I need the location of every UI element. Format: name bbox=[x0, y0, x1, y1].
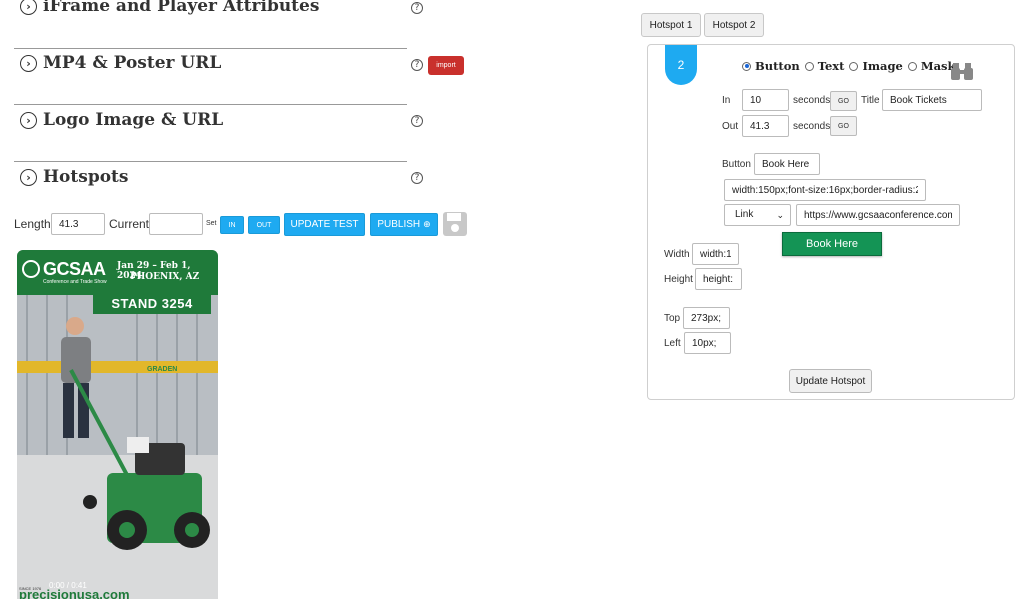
link-url-input[interactable] bbox=[796, 204, 960, 226]
button-preview[interactable]: Book Here bbox=[782, 232, 882, 256]
import-button[interactable]: import bbox=[428, 56, 464, 75]
chevron-right-icon: › bbox=[20, 168, 37, 186]
radio-label: Image bbox=[862, 59, 903, 73]
section-title: Logo Image & URL bbox=[43, 110, 224, 130]
title-input[interactable] bbox=[882, 89, 982, 111]
divider bbox=[14, 104, 407, 105]
section-iframe-attributes[interactable]: › iFrame and Player Attributes bbox=[20, 0, 319, 16]
seconds-label: seconds bbox=[793, 121, 831, 132]
height-input[interactable] bbox=[695, 268, 742, 290]
chevron-right-icon: › bbox=[20, 54, 37, 72]
in-label: In bbox=[722, 95, 731, 106]
top-label: Top bbox=[664, 313, 681, 324]
seconds-label: seconds bbox=[793, 95, 831, 106]
out-button[interactable]: OUT bbox=[248, 216, 280, 234]
section-title: MP4 & Poster URL bbox=[43, 53, 222, 73]
radio-label: Text bbox=[817, 59, 845, 73]
in-button[interactable]: IN bbox=[220, 216, 244, 234]
in-seconds-input[interactable] bbox=[742, 89, 789, 111]
tab-hotspot-1[interactable]: Hotspot 1 bbox=[641, 13, 701, 37]
tab-hotspot-2[interactable]: Hotspot 2 bbox=[704, 13, 764, 37]
globe-icon: ⊕ bbox=[423, 219, 431, 230]
save-icon[interactable] bbox=[442, 211, 468, 237]
help-icon[interactable]: ? bbox=[411, 115, 423, 127]
update-hotspot-button[interactable]: Update Hotspot bbox=[789, 369, 872, 393]
video-player[interactable]: GCSAA Conference and Trade Show Jan 29 –… bbox=[17, 250, 218, 599]
radio-label: Button bbox=[755, 59, 800, 73]
left-label: Left bbox=[664, 338, 681, 349]
button-label: Button bbox=[722, 159, 751, 170]
radio-button-type[interactable] bbox=[742, 61, 751, 71]
video-logo-text: GCSAA bbox=[43, 259, 106, 279]
length-label: Length bbox=[14, 217, 51, 231]
help-icon[interactable]: ? bbox=[411, 172, 423, 184]
divider bbox=[14, 161, 407, 162]
help-icon[interactable]: ? bbox=[411, 2, 423, 14]
section-hotspots[interactable]: › Hotspots bbox=[20, 167, 128, 187]
in-go-button[interactable]: GO bbox=[830, 91, 857, 111]
section-mp4-poster[interactable]: › MP4 & Poster URL bbox=[20, 53, 221, 73]
hotspot-type-radio-group[interactable]: Button Text Image Mask bbox=[742, 59, 955, 73]
length-input[interactable] bbox=[51, 213, 105, 235]
style-input[interactable] bbox=[724, 179, 926, 201]
divider bbox=[14, 48, 407, 49]
video-stand: STAND 3254 bbox=[93, 293, 211, 314]
video-logo-sub: Conference and Trade Show bbox=[43, 279, 107, 285]
radio-image-type[interactable] bbox=[849, 61, 859, 71]
video-footer-url: precisionusa.com bbox=[19, 587, 130, 599]
video-city: PHOENIX, AZ bbox=[130, 272, 200, 282]
update-test-button[interactable]: UPDATE TEST bbox=[284, 213, 365, 236]
video-brand-text: GRADEN bbox=[147, 366, 178, 373]
help-icon[interactable]: ? bbox=[411, 59, 423, 71]
publish-label: PUBLISH bbox=[377, 219, 421, 230]
height-label: Height bbox=[664, 274, 693, 285]
section-title: iFrame and Player Attributes bbox=[43, 0, 320, 16]
chevron-right-icon: › bbox=[20, 111, 37, 129]
chevron-right-icon: › bbox=[20, 0, 37, 15]
top-input[interactable] bbox=[683, 307, 730, 329]
out-seconds-input[interactable] bbox=[742, 115, 789, 137]
left-input[interactable] bbox=[684, 332, 731, 354]
radio-mask-type[interactable] bbox=[907, 61, 917, 71]
width-label: Width bbox=[664, 249, 690, 260]
set-label: Set bbox=[206, 220, 217, 227]
radio-text-type[interactable] bbox=[804, 61, 814, 71]
button-text-input[interactable] bbox=[754, 153, 820, 175]
title-label: Title bbox=[861, 95, 880, 106]
publish-button[interactable]: PUBLISH ⊕ bbox=[370, 213, 438, 236]
current-input[interactable] bbox=[149, 213, 203, 235]
gcsaa-logo-icon bbox=[22, 260, 40, 278]
binoculars-icon[interactable] bbox=[950, 61, 974, 81]
chevron-down-icon: ⌄ bbox=[776, 210, 784, 220]
section-logo-image[interactable]: › Logo Image & URL bbox=[20, 110, 223, 130]
link-type-value: Link bbox=[735, 209, 754, 220]
width-input[interactable] bbox=[692, 243, 739, 265]
hotspot-number-badge: 2 bbox=[665, 45, 697, 85]
current-label: Current bbox=[109, 217, 150, 231]
out-go-button[interactable]: GO bbox=[830, 116, 857, 136]
video-frame-image bbox=[17, 295, 218, 599]
out-label: Out bbox=[722, 121, 739, 132]
link-type-select[interactable]: Link ⌄ bbox=[724, 204, 791, 226]
section-title: Hotspots bbox=[43, 167, 129, 187]
